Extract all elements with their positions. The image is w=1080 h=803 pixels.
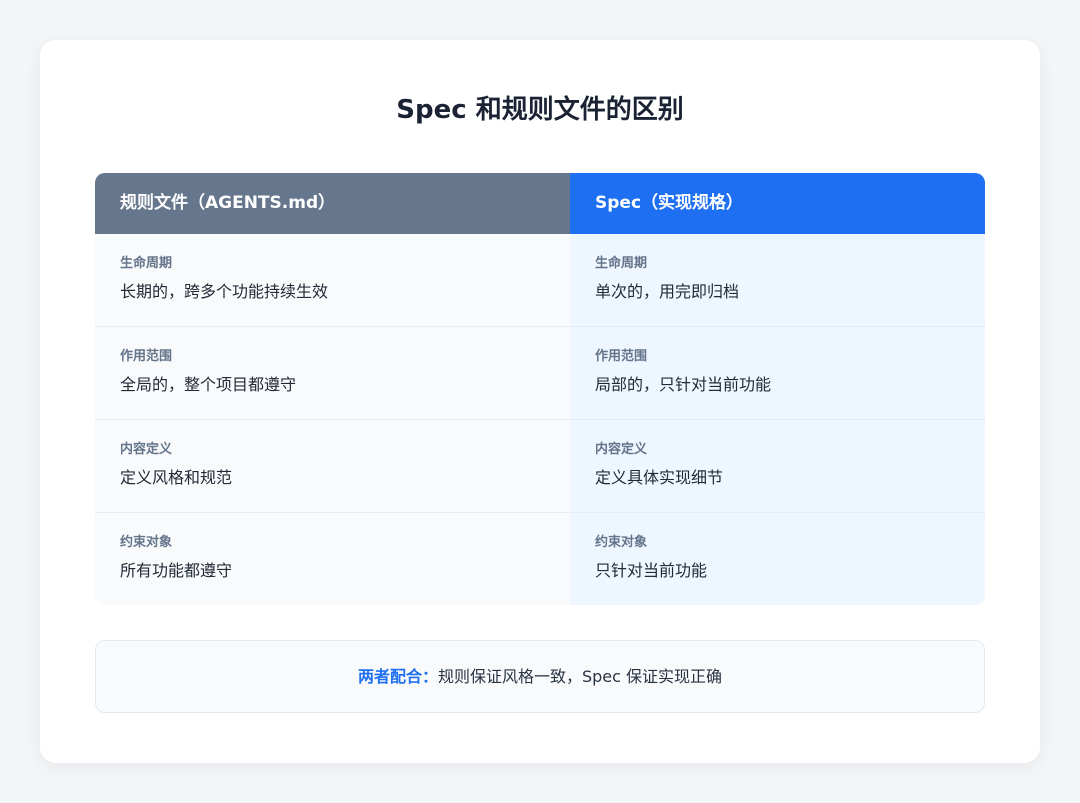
table-cell: 约束对象 所有功能都遵守 xyxy=(95,513,570,605)
note-label: 两者配合： xyxy=(357,667,438,686)
note-text: 规则保证风格一致，Spec 保证实现正确 xyxy=(437,667,723,686)
page-title: Spec 和规则文件的区别 xyxy=(396,95,684,125)
cell-value: 全局的，整个项目都遵守 xyxy=(120,375,297,394)
comparison-table: 规则文件（AGENTS.md） 生命周期 长期的，跨多个功能持续生效 作用范围 … xyxy=(95,173,985,605)
table-cell: 内容定义 定义具体实现细节 xyxy=(570,420,985,513)
column-header-rules-file: 规则文件（AGENTS.md） xyxy=(95,173,570,234)
cell-value: 长期的，跨多个功能持续生效 xyxy=(120,282,329,301)
table-cell: 内容定义 定义风格和规范 xyxy=(95,420,570,513)
cell-label: 约束对象 xyxy=(120,535,173,550)
cell-label: 生命周期 xyxy=(595,256,648,271)
cell-value: 定义风格和规范 xyxy=(120,468,233,487)
column-header-spec: Spec（实现规格） xyxy=(570,173,985,234)
column-rules-file: 规则文件（AGENTS.md） 生命周期 长期的，跨多个功能持续生效 作用范围 … xyxy=(95,173,570,605)
cell-label: 约束对象 xyxy=(595,535,648,550)
cell-label: 作用范围 xyxy=(595,349,648,364)
table-cell: 作用范围 全局的，整个项目都遵守 xyxy=(95,327,570,420)
cell-value: 局部的，只针对当前功能 xyxy=(595,375,772,394)
cell-label: 内容定义 xyxy=(120,442,173,457)
summary-note: 两者配合：规则保证风格一致，Spec 保证实现正确 xyxy=(95,640,985,713)
column-spec: Spec（实现规格） 生命周期 单次的，用完即归档 作用范围 局部的，只针对当前… xyxy=(570,173,985,605)
table-cell: 作用范围 局部的，只针对当前功能 xyxy=(570,327,985,420)
cell-value: 定义具体实现细节 xyxy=(595,468,724,487)
cell-value: 所有功能都遵守 xyxy=(120,561,233,580)
cell-value: 只针对当前功能 xyxy=(595,561,708,580)
cell-label: 内容定义 xyxy=(595,442,648,457)
table-cell: 生命周期 单次的，用完即归档 xyxy=(570,234,985,327)
cell-label: 作用范围 xyxy=(120,349,173,364)
table-cell: 约束对象 只针对当前功能 xyxy=(570,513,985,605)
cell-label: 生命周期 xyxy=(120,256,173,271)
cell-value: 单次的，用完即归档 xyxy=(595,282,740,301)
table-cell: 生命周期 长期的，跨多个功能持续生效 xyxy=(95,234,570,327)
comparison-card: Spec 和规则文件的区别 规则文件（AGENTS.md） 生命周期 长期的，跨… xyxy=(40,40,1040,763)
